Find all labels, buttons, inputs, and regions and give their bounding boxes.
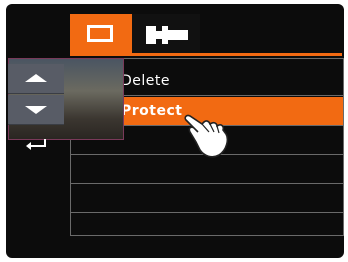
return-icon[interactable]: [24, 138, 48, 152]
tab-setup[interactable]: [132, 14, 200, 56]
arrow-down-icon: [25, 106, 47, 114]
arrow-up-button[interactable]: [8, 64, 64, 94]
menu-item-label: Delete: [121, 73, 170, 89]
playback-icon: [87, 25, 113, 42]
tab-playback[interactable]: [70, 14, 132, 56]
wrench-icon: [146, 26, 188, 44]
arrow-down-button[interactable]: [8, 95, 64, 125]
nav-controls: [8, 58, 64, 158]
menu-item-empty[interactable]: [71, 207, 343, 236]
camera-screen: Delete Protect: [6, 4, 344, 258]
pointing-hand-icon: [184, 114, 229, 158]
arrow-up-icon: [25, 74, 47, 82]
tab-underline: [132, 53, 342, 56]
menu-item-label: Protect: [121, 103, 183, 119]
